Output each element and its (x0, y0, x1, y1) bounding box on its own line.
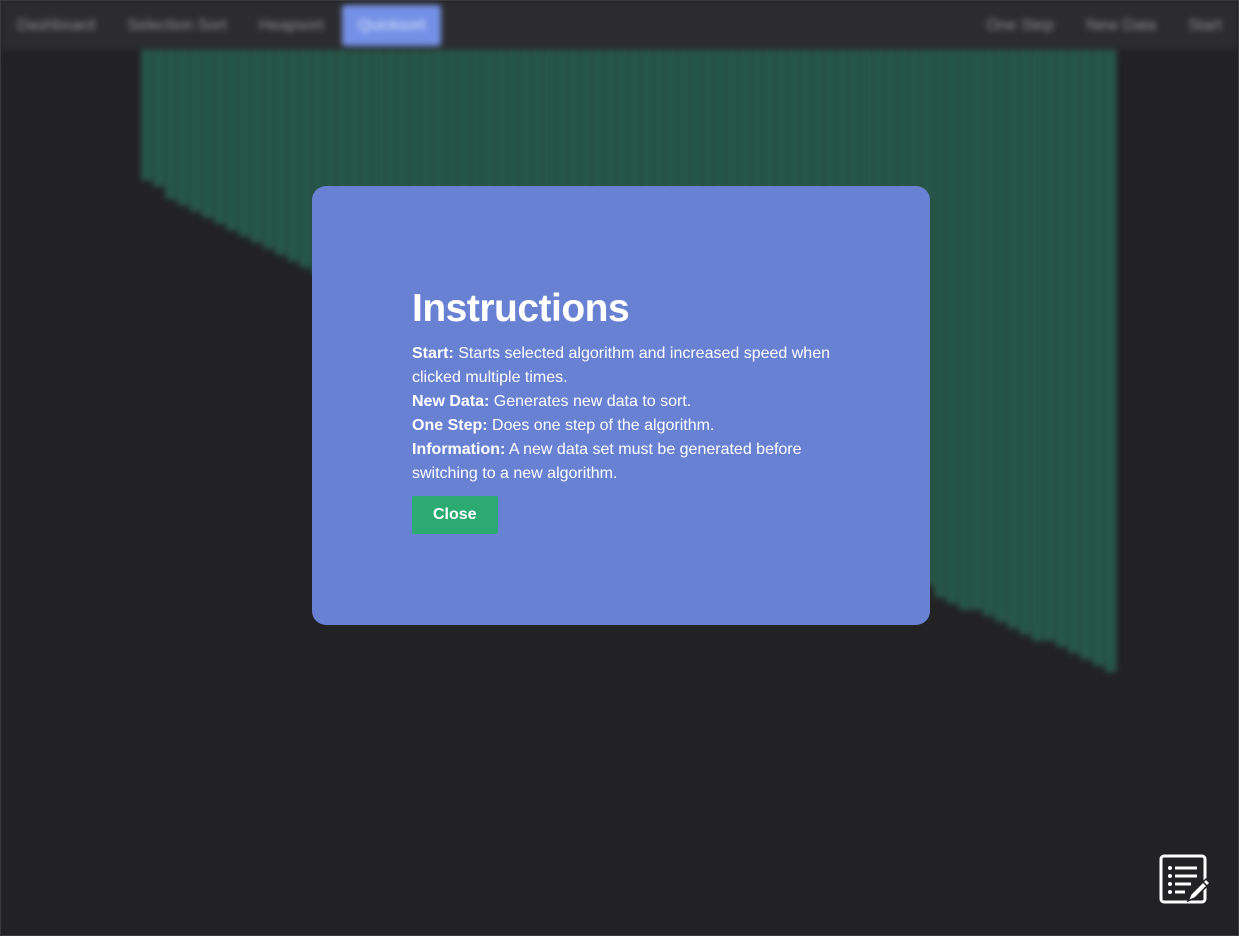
notes-edit-icon[interactable] (1159, 854, 1213, 908)
one-step-description: Does one step of the algorithm. (487, 417, 715, 434)
modal-title: Instructions (412, 287, 630, 330)
start-label: Start: (412, 345, 454, 362)
app-window: Dashboard Selection Sort Heapsort Quicks… (0, 0, 1239, 936)
information-label: Information: (412, 441, 506, 458)
close-button[interactable]: Close (412, 496, 498, 534)
one-step-label: One Step: (412, 417, 488, 434)
new-data-description: Generates new data to sort. (489, 393, 692, 410)
new-data-label: New Data: (412, 393, 490, 410)
start-description: Starts selected algorithm and increased … (412, 345, 830, 386)
modal-overlay: Instructions Start: Starts selected algo… (1, 1, 1238, 935)
modal-instructions-text: Start: Starts selected algorithm and inc… (412, 342, 830, 486)
instructions-modal: Instructions Start: Starts selected algo… (312, 186, 930, 625)
